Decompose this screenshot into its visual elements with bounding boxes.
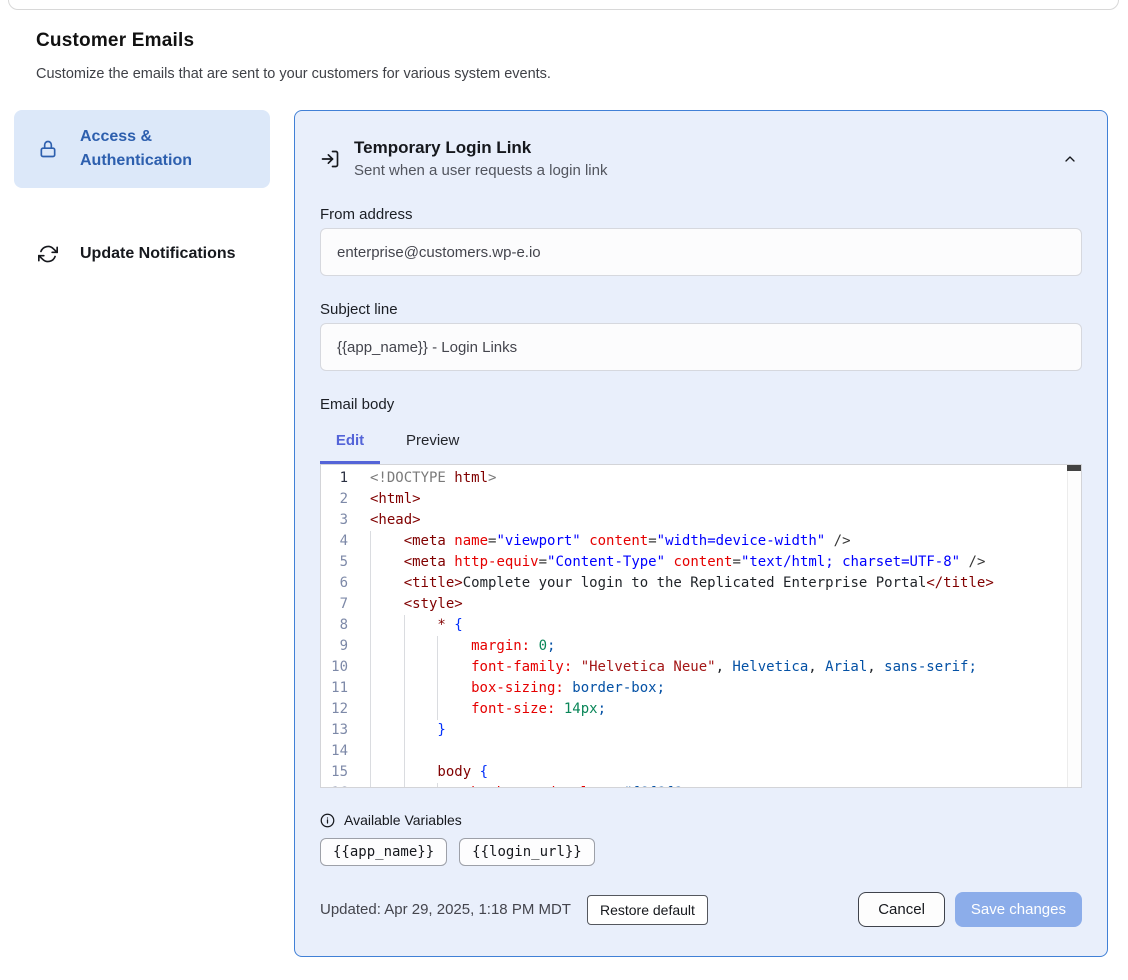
restore-default-button[interactable]: Restore default <box>587 895 708 925</box>
lock-icon <box>38 139 58 159</box>
refresh-icon <box>38 244 58 264</box>
temporary-login-link-panel: Temporary Login Link Sent when a user re… <box>294 110 1108 957</box>
email-body-label: Email body <box>320 396 1082 413</box>
page-title: Customer Emails <box>36 30 936 52</box>
log-in-icon <box>320 149 340 169</box>
variable-chips: {{app_name}} {{login_url}} <box>320 838 1082 866</box>
from-address-label: From address <box>320 206 1082 223</box>
panel-header: Temporary Login Link Sent when a user re… <box>320 137 1082 181</box>
sidebar-item-label: Update Notifications <box>80 242 236 266</box>
available-variables-header: Available Variables <box>320 812 1082 828</box>
panel-subtitle: Sent when a user requests a login link <box>354 161 607 181</box>
page-subtitle: Customize the emails that are sent to yo… <box>36 66 936 82</box>
tab-preview[interactable]: Preview <box>380 423 473 464</box>
email-body-tabs: Edit Preview <box>320 423 1082 464</box>
code-lines: 1<!DOCTYPE html>2<html>3<head>4<meta nam… <box>321 465 1081 788</box>
available-variables-label: Available Variables <box>344 812 462 828</box>
from-address-input[interactable] <box>320 228 1082 276</box>
variable-chip-login-url[interactable]: {{login_url}} <box>459 838 595 866</box>
info-icon <box>320 813 335 828</box>
page-header: Customer Emails Customize the emails tha… <box>36 30 936 82</box>
save-changes-button[interactable]: Save changes <box>955 892 1082 927</box>
panel-footer: Updated: Apr 29, 2025, 1:18 PM MDT Resto… <box>320 892 1082 927</box>
editor-scrollbar[interactable] <box>1067 465 1081 787</box>
chevron-up-icon <box>1062 151 1078 167</box>
collapse-button[interactable] <box>1058 147 1082 171</box>
editor-scrollbar-thumb[interactable] <box>1067 465 1081 471</box>
previous-card-bottom-edge <box>8 0 1119 10</box>
cancel-button[interactable]: Cancel <box>858 892 945 927</box>
email-types-sidebar: Access & Authentication Update Notificat… <box>14 110 270 280</box>
code-editor[interactable]: 1<!DOCTYPE html>2<html>3<head>4<meta nam… <box>320 464 1082 788</box>
subject-line-label: Subject line <box>320 301 1082 318</box>
sidebar-item-access-authentication[interactable]: Access & Authentication <box>14 110 270 188</box>
subject-line-input[interactable] <box>320 323 1082 371</box>
sidebar-item-update-notifications[interactable]: Update Notifications <box>14 228 270 280</box>
panel-title: Temporary Login Link <box>354 137 607 158</box>
updated-timestamp: Updated: Apr 29, 2025, 1:18 PM MDT <box>320 901 571 918</box>
sidebar-item-label: Access & Authentication <box>80 125 250 173</box>
variable-chip-app-name[interactable]: {{app_name}} <box>320 838 447 866</box>
tab-edit[interactable]: Edit <box>320 423 380 464</box>
